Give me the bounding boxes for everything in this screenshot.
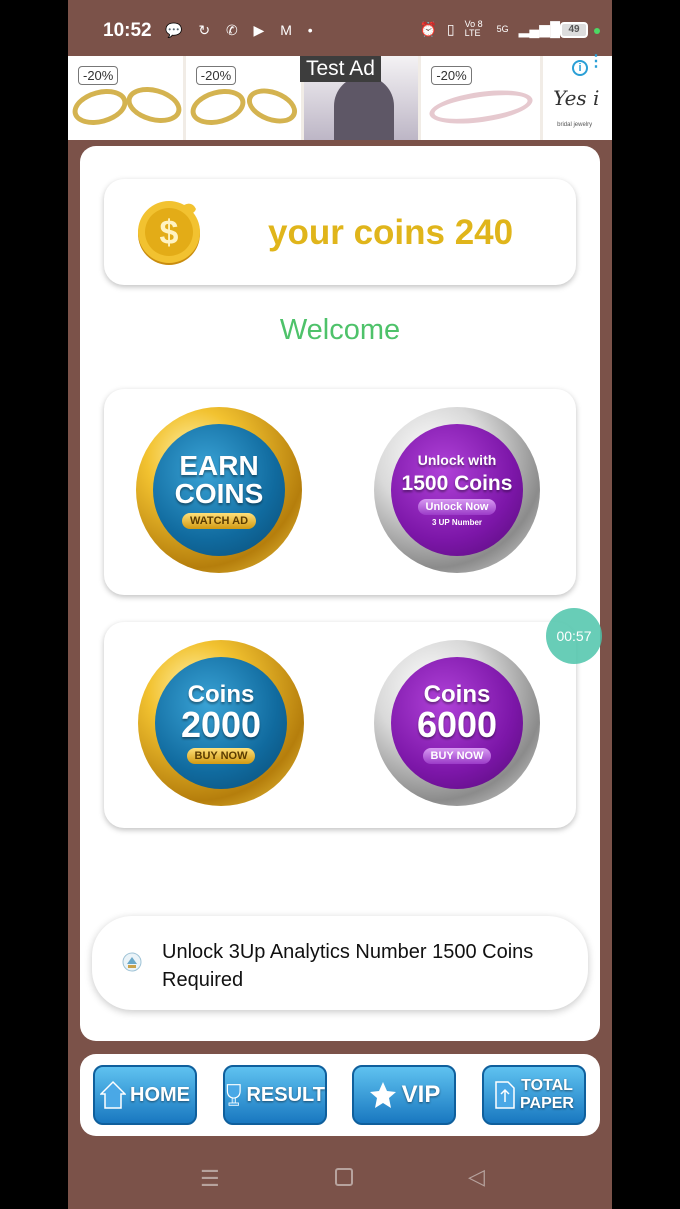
ring-image: [186, 83, 250, 131]
home-icon: [100, 1080, 126, 1109]
ad-product-rings-2[interactable]: -20%: [186, 56, 304, 140]
phone-screen: 10:52 💬 ↻ ✆ ▶ M • ⏰ ▯ Vo 8 LTE 5G ▂▄▆█ 4…: [68, 0, 612, 1209]
more-options-icon[interactable]: ⋮: [588, 54, 604, 70]
alarm-icon: ⏰: [419, 20, 437, 37]
vip-button[interactable]: VIP: [352, 1065, 456, 1125]
info-icon[interactable]: i: [572, 60, 588, 76]
tiles-row-2: Coins 2000 BUY NOW Coins 6000 BUY NOW: [104, 622, 576, 828]
unlock-1500-button[interactable]: Unlock with 1500 Coins Unlock Now 3 UP N…: [374, 407, 540, 573]
battery-icon: 49: [560, 22, 588, 38]
coins6000-line1: Coins: [423, 680, 491, 708]
status-time: 10:52: [103, 20, 152, 41]
buy-now-pill: BUY NOW: [186, 747, 256, 764]
ring-image: [241, 82, 301, 130]
home-button[interactable]: HOME: [93, 1065, 197, 1125]
discount-badge: -20%: [195, 66, 237, 85]
unlock-sub: 3 UP Number: [431, 518, 483, 527]
welcome-text: Welcome: [279, 314, 401, 346]
system-navigation-bar: ☰ ◁: [68, 1150, 612, 1200]
tiles-row-1: EARN COINS WATCH AD Unlock with 1500 Coi…: [104, 389, 576, 595]
buy-now-pill: BUY NOW: [422, 747, 492, 764]
coins2000-line2: 2000: [180, 703, 262, 745]
vip-label: VIP: [401, 1081, 441, 1108]
ad-banner[interactable]: -20% -20% -20% Yes i bridal jewelry Test…: [68, 54, 612, 140]
coins6000-line2: 6000: [416, 703, 498, 745]
recent-apps-icon[interactable]: ☰: [200, 1166, 220, 1192]
bracelet-image: [427, 84, 535, 130]
total-paper-button[interactable]: TOTAL PAPER: [482, 1065, 586, 1125]
coins6000-face: Coins 6000 BUY NOW: [391, 657, 523, 789]
countdown-timer[interactable]: 00:57: [546, 608, 602, 664]
coins-panel: $ your coins 240: [104, 179, 576, 285]
bottom-nav: HOME RESULT VIP TOTAL PAPER: [80, 1054, 600, 1136]
unlock-face: Unlock with 1500 Coins Unlock Now 3 UP N…: [391, 424, 523, 556]
trophy-icon: [226, 1084, 241, 1106]
watch-ad-pill: WATCH AD: [181, 512, 257, 529]
brand-logo-text: Yes i: [553, 86, 600, 110]
status-bar: 10:52 💬 ↻ ✆ ▶ M • ⏰ ▯ Vo 8 LTE 5G ▂▄▆█ 4…: [68, 0, 612, 56]
notification-icons: 💬 ↻ ✆ ▶ M •: [165, 22, 319, 38]
home-system-icon[interactable]: [335, 1168, 353, 1186]
test-ad-label: Test Ad: [300, 56, 381, 82]
ad-product-rings-1[interactable]: -20%: [68, 56, 186, 140]
earn-line2: COINS: [174, 477, 264, 509]
unlock-analytics-text: Unlock 3Up Analytics Number 1500 Coins R…: [162, 941, 534, 991]
earn-coins-face: EARN COINS WATCH AD: [153, 424, 285, 556]
earn-coins-button[interactable]: EARN COINS WATCH AD: [136, 407, 302, 573]
network-label: Vo 8 LTE: [464, 19, 483, 38]
app-logo-icon: [122, 952, 142, 972]
gold-coin-icon: $: [138, 201, 200, 265]
necklace-image: [333, 76, 394, 140]
total-paper-line1: TOTAL: [521, 1077, 573, 1094]
buy-6000-coins-button[interactable]: Coins 6000 BUY NOW: [374, 640, 540, 806]
vibrate-icon: ▯: [446, 20, 455, 37]
ring-image: [68, 83, 132, 131]
main-card: $ your coins 240 Welcome EARN COINS WATC…: [80, 146, 600, 1041]
unlock-line1: Unlock with: [417, 452, 497, 468]
signal-5g-label: 5G: [496, 24, 509, 34]
star-icon: [369, 1082, 396, 1108]
ring-image: [122, 81, 183, 129]
document-icon: [495, 1081, 515, 1109]
result-label: RESULT: [246, 1083, 325, 1106]
back-icon[interactable]: ◁: [468, 1164, 485, 1190]
ad-product-bracelet[interactable]: -20%: [421, 56, 544, 140]
discount-badge: -20%: [78, 66, 119, 85]
home-label: HOME: [130, 1083, 190, 1106]
buy-2000-coins-button[interactable]: Coins 2000 BUY NOW: [138, 640, 304, 806]
coins2000-face: Coins 2000 BUY NOW: [155, 657, 287, 789]
total-paper-label: TOTAL PAPER: [520, 1077, 574, 1113]
discount-badge: -20%: [431, 66, 472, 85]
svg-text:$: $: [160, 214, 179, 252]
result-button[interactable]: RESULT: [223, 1065, 327, 1125]
unlock-now-pill: Unlock Now: [417, 499, 497, 515]
coins2000-line1: Coins: [187, 680, 255, 708]
signal-bars-icon: ▂▄▆█: [518, 20, 560, 37]
privacy-dot-icon: [594, 28, 600, 34]
coins-balance: your coins 240: [268, 213, 514, 252]
total-paper-line2: PAPER: [520, 1095, 574, 1112]
brand-logo-subtext: bridal jewelry: [557, 122, 593, 128]
unlock-line2: 1500 Coins: [401, 472, 513, 495]
unlock-analytics-banner[interactable]: Unlock 3Up Analytics Number 1500 Coins R…: [92, 916, 588, 1010]
earn-line1: EARN: [179, 449, 259, 481]
status-icons-right: ⏰ ▯ Vo 8 LTE 5G ▂▄▆█: [419, 20, 560, 38]
